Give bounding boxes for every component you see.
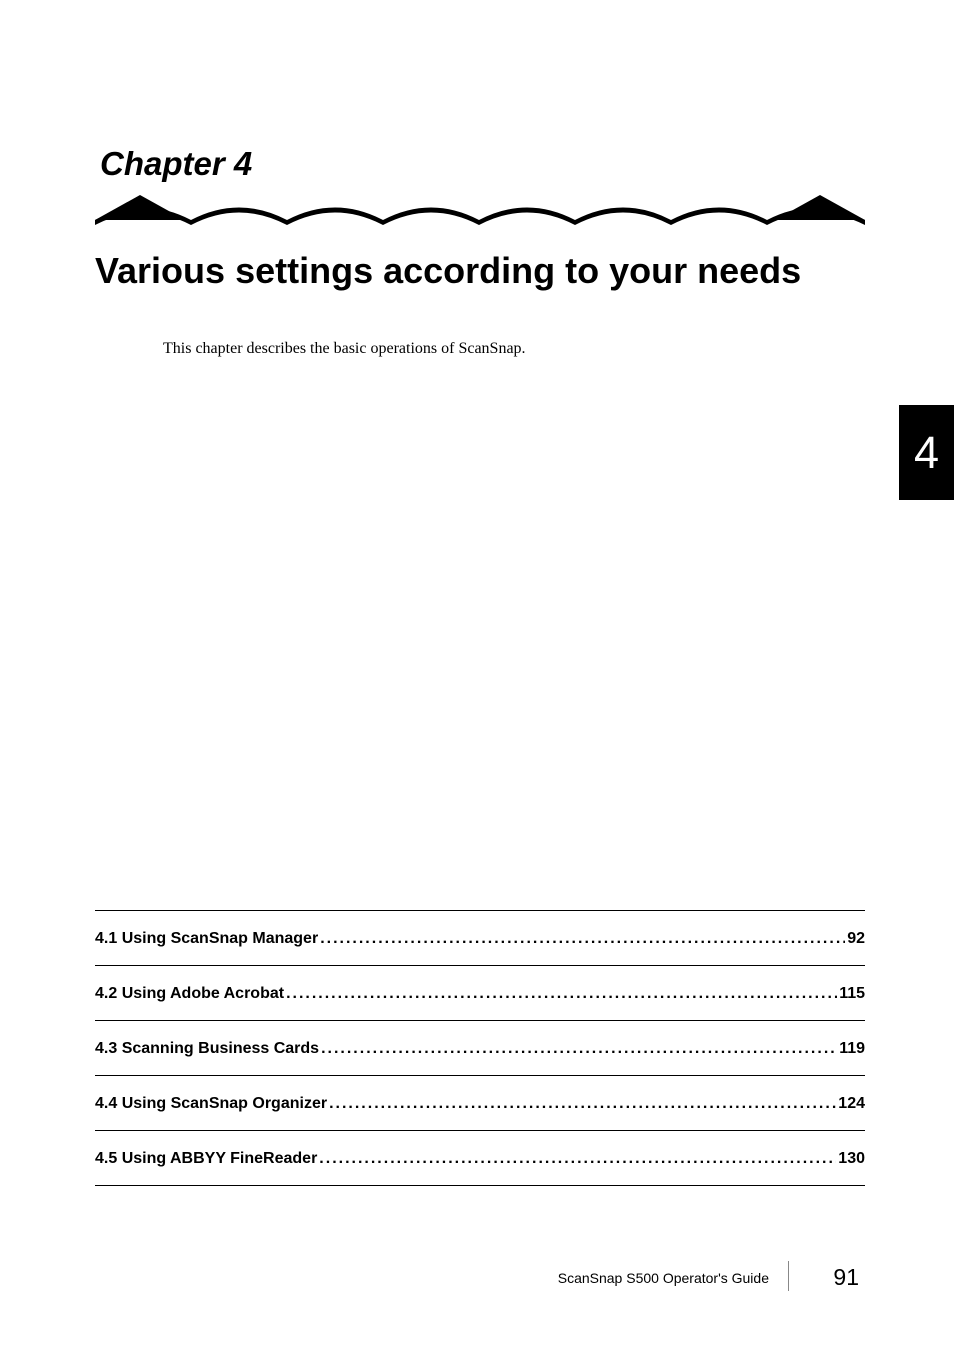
chapter-tab: 4 <box>899 405 954 500</box>
page-number: 91 <box>833 1264 859 1291</box>
toc-title: 4.1 Using ScanSnap Manager <box>95 930 318 948</box>
toc-dots <box>320 930 845 948</box>
chapter-title: Various settings according to your needs <box>95 250 801 292</box>
footer-divider <box>788 1261 789 1291</box>
toc-title: 4.2 Using Adobe Acrobat <box>95 985 284 1003</box>
toc-page: 119 <box>839 1040 865 1058</box>
toc-dots <box>329 1095 836 1113</box>
wave-decoration-icon <box>95 190 865 235</box>
chapter-description: This chapter describes the basic operati… <box>163 340 526 358</box>
toc-page: 130 <box>838 1150 865 1168</box>
toc-page: 124 <box>838 1095 865 1113</box>
toc-page: 92 <box>847 930 865 948</box>
toc-dots <box>286 985 837 1003</box>
toc-entry[interactable]: 4.1 Using ScanSnap Manager 92 <box>95 910 865 965</box>
toc-entry[interactable]: 4.3 Scanning Business Cards 119 <box>95 1020 865 1075</box>
toc-title: 4.3 Scanning Business Cards <box>95 1040 319 1058</box>
table-of-contents: 4.1 Using ScanSnap Manager 92 4.2 Using … <box>95 910 865 1186</box>
toc-entry[interactable]: 4.4 Using ScanSnap Organizer 124 <box>95 1075 865 1130</box>
chapter-label: Chapter 4 <box>100 145 252 183</box>
toc-dots <box>319 1150 836 1168</box>
footer-guide: ScanSnap S500 Operator's Guide <box>558 1270 769 1286</box>
toc-entry[interactable]: 4.2 Using Adobe Acrobat 115 <box>95 965 865 1020</box>
toc-entry[interactable]: 4.5 Using ABBYY FineReader 130 <box>95 1130 865 1186</box>
toc-page: 115 <box>839 985 865 1003</box>
toc-dots <box>321 1040 837 1058</box>
toc-title: 4.4 Using ScanSnap Organizer <box>95 1095 327 1113</box>
toc-title: 4.5 Using ABBYY FineReader <box>95 1150 317 1168</box>
